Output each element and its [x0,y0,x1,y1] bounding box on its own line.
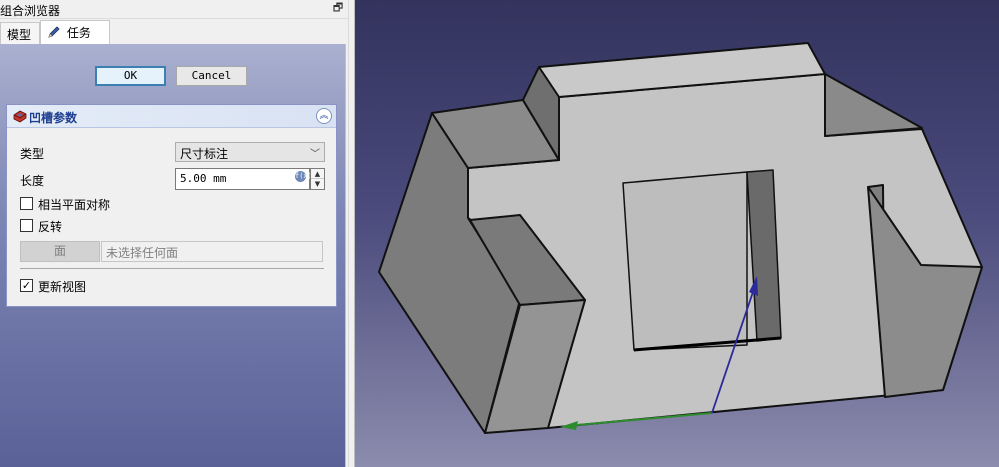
spin-down-icon[interactable]: ▼ [311,179,324,189]
length-value: 5.00 mm [180,172,227,185]
combo-view-tabs: 模型 任务 [0,20,348,45]
tab-task-label: 任务 [66,26,91,40]
combo-view-panel: 组合浏览器 🗗 模型 任务 OK Cancel 凹槽参数 ︽ 类型 尺寸标注 ﹀… [0,0,348,467]
symmetric-label: 相当平面对称 [38,198,111,212]
reversed-checkbox[interactable] [20,219,33,232]
type-select-value: 尺寸标注 [180,147,229,161]
pocket-parameters-box: 凹槽参数 ︽ 类型 尺寸标注 ﹀ 长度 5.00 mm f(x) ▲ ▼ 相当平… [6,104,337,307]
3d-model [378,42,983,434]
spin-up-icon[interactable]: ▲ [311,169,324,179]
refresh-view-checkbox[interactable]: ✓ [20,279,33,292]
length-label: 长度 [20,174,45,188]
length-input[interactable]: 5.00 mm f(x) [175,168,312,190]
pocket-back-wall [622,171,748,351]
3d-viewport[interactable] [355,0,999,467]
expression-icon[interactable]: f(x) [295,171,312,182]
divider [20,268,324,269]
face-field: 未选择任何面 [101,241,323,262]
cancel-button[interactable]: Cancel [176,66,247,86]
refresh-view-label: 更新视图 [38,280,87,294]
pocket-parameters-header[interactable]: 凹槽参数 ︽ [7,105,336,128]
pocket-parameters-title: 凹槽参数 [29,111,78,125]
panel-splitter[interactable] [348,0,355,467]
combo-view-title: 组合浏览器 [0,4,61,18]
chevron-down-icon: ﹀ [310,149,320,160]
tab-model[interactable]: 模型 [0,22,40,44]
task-panel: OK Cancel 凹槽参数 ︽ 类型 尺寸标注 ﹀ 长度 5.00 mm f(… [0,44,346,467]
collapse-up-icon[interactable]: ︽ [316,108,332,124]
restore-window-icon[interactable]: 🗗 [332,2,344,14]
tab-model-label: 模型 [7,28,32,42]
ok-button[interactable]: OK [95,66,166,86]
model-notch-side-right [824,73,923,137]
combo-view-title-bar: 组合浏览器 🗗 [0,0,348,19]
pocket-feature-icon [13,110,27,123]
tab-task[interactable]: 任务 [40,20,110,45]
length-spinner: ▲ ▼ [310,168,325,190]
symmetric-checkbox[interactable] [20,197,33,210]
pencil-icon [48,26,60,38]
face-button[interactable]: 面 [20,241,100,262]
type-label: 类型 [20,147,45,161]
type-select[interactable]: 尺寸标注 ﹀ [175,142,325,162]
reversed-label: 反转 [38,220,63,234]
